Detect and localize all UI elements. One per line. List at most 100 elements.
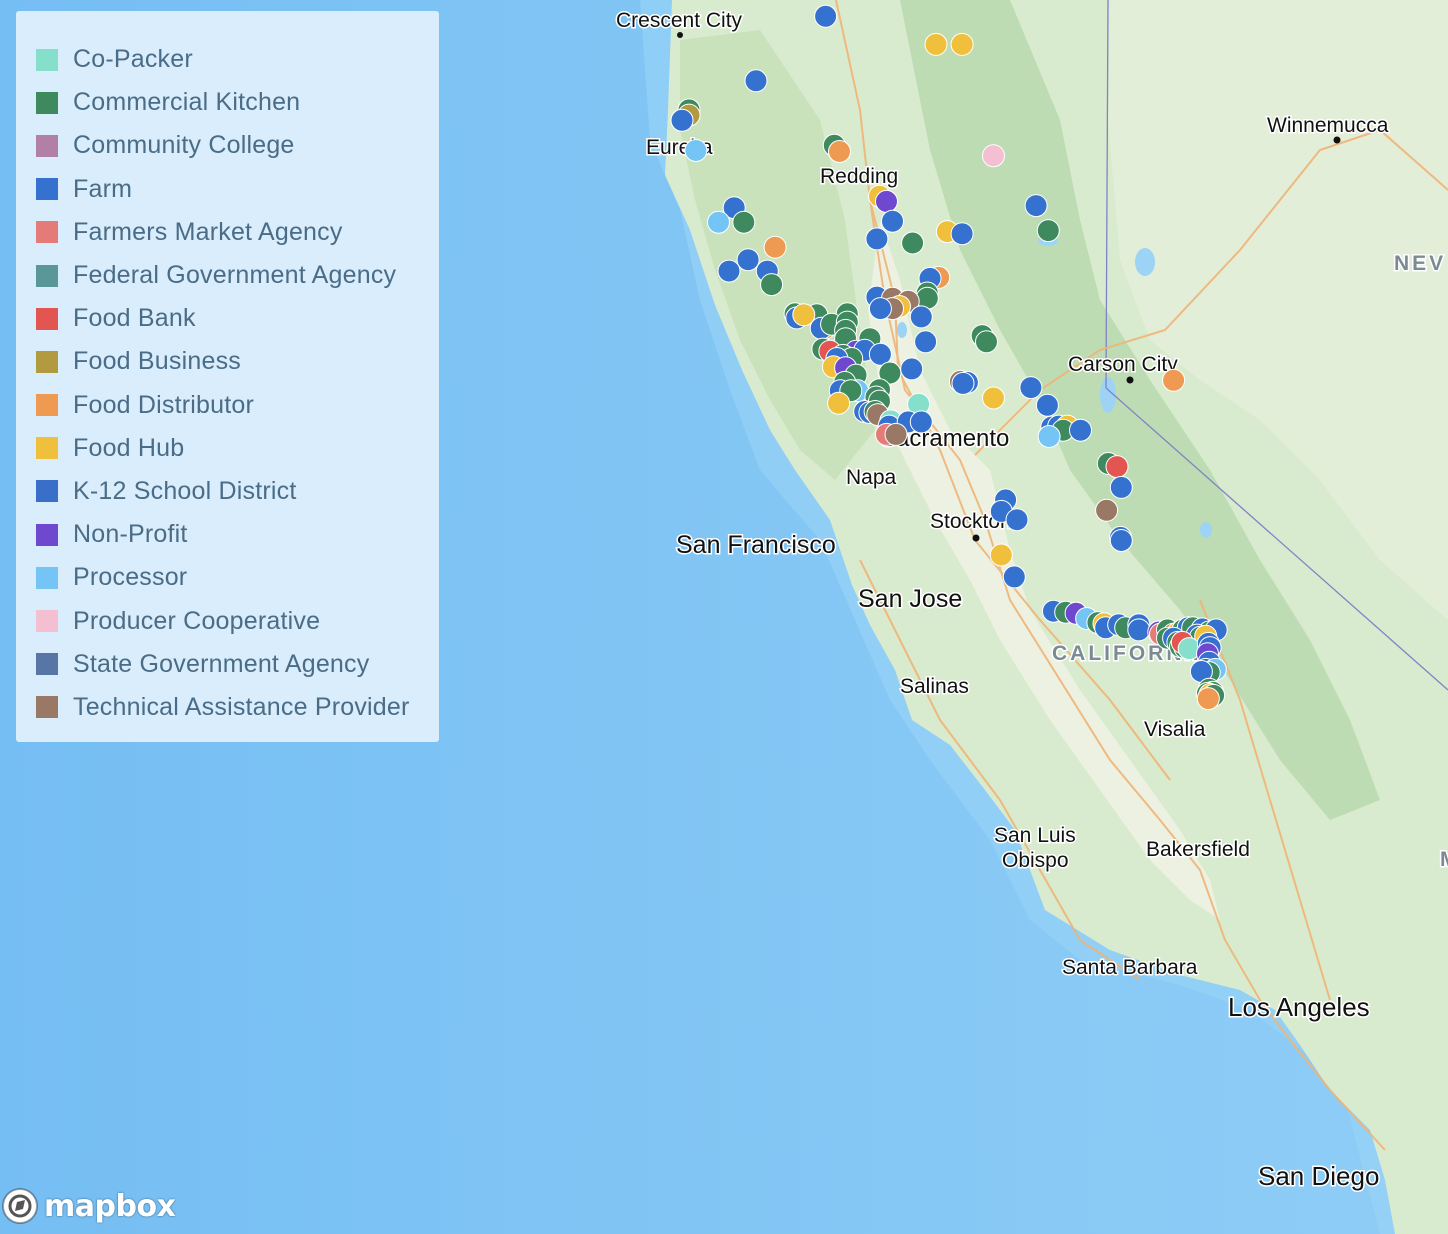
legend-swatch (36, 394, 58, 417)
label-nevada: NEV (1394, 252, 1446, 275)
map-marker[interactable] (950, 32, 974, 56)
label-crescent-city: Crescent City (616, 9, 743, 32)
legend-label: Food Business (73, 347, 241, 376)
label-los-angeles: Los Angeles (1228, 992, 1370, 1022)
map-marker[interactable] (875, 189, 898, 213)
legend-label: Food Distributor (73, 390, 255, 419)
label-salinas: Salinas (900, 675, 969, 698)
map-marker[interactable] (900, 357, 924, 381)
legend-swatch (36, 178, 58, 201)
label-visalia: Visalia (1144, 718, 1206, 741)
legend-swatch (36, 653, 58, 676)
legend-label: Processor (73, 563, 188, 592)
mapbox-attribution[interactable]: mapbox (0, 1186, 176, 1226)
map-marker[interactable] (982, 144, 1005, 168)
mapbox-logo-icon (2, 1188, 38, 1224)
legend-swatch (36, 523, 58, 546)
legend-label: Food Hub (73, 433, 185, 462)
legend-swatch (36, 696, 58, 719)
map-marker[interactable] (1109, 475, 1133, 499)
map-marker[interactable] (1162, 368, 1186, 392)
map-marker[interactable] (1095, 498, 1119, 522)
map-marker[interactable] (1002, 565, 1026, 589)
map-marker[interactable] (744, 69, 768, 93)
legend-label: Farmers Market Agency (73, 217, 343, 246)
legend-item: Commercial Kitchen (36, 81, 439, 124)
map-marker[interactable] (1037, 425, 1061, 448)
legend-label: Farm (73, 174, 133, 203)
legend-item: Producer Cooperative (36, 599, 439, 642)
legend-label: K-12 School District (73, 476, 297, 505)
map-marker[interactable] (868, 297, 892, 321)
map-marker[interactable] (1036, 219, 1060, 243)
legend-label: Non-Profit (73, 520, 188, 549)
legend-swatch (36, 91, 58, 114)
map-marker[interactable] (827, 391, 851, 415)
map-marker[interactable] (989, 543, 1013, 567)
map-marker[interactable] (924, 32, 948, 56)
label-m-cutoff: M (1440, 848, 1448, 871)
map-marker[interactable] (865, 227, 889, 251)
map-marker[interactable] (951, 371, 975, 395)
map-marker[interactable] (763, 235, 787, 259)
legend-item: Farmers Market Agency (36, 211, 439, 254)
map-marker[interactable] (909, 305, 933, 329)
map-marker[interactable] (1035, 393, 1059, 417)
legend-item: Food Hub (36, 427, 439, 470)
map-marker[interactable] (828, 140, 851, 163)
legend-swatch (36, 350, 58, 373)
legend-label: State Government Agency (73, 649, 370, 678)
label-san-luis-obispo-2: Obispo (1002, 849, 1069, 872)
map-marker[interactable] (1109, 529, 1133, 552)
label-bakersfield: Bakersfield (1146, 838, 1250, 861)
map-marker[interactable] (1127, 618, 1151, 642)
map-marker[interactable] (814, 4, 838, 28)
label-santa-barbara: Santa Barbara (1062, 956, 1198, 979)
map-marker[interactable] (717, 259, 741, 283)
map-marker[interactable] (1024, 194, 1048, 218)
label-san-francisco: San Francisco (676, 531, 836, 559)
label-san-jose: San Jose (858, 585, 962, 613)
map-marker[interactable] (760, 273, 784, 297)
map-marker[interactable] (1005, 508, 1029, 532)
map-marker[interactable] (1196, 687, 1220, 711)
legend-item: State Government Agency (36, 643, 439, 686)
map-marker[interactable] (950, 222, 974, 246)
map-marker[interactable] (736, 248, 760, 272)
map-marker[interactable] (684, 139, 708, 162)
map-marker[interactable] (1069, 418, 1092, 442)
legend-label: Co-Packer (73, 45, 193, 74)
legend-swatch (36, 610, 58, 633)
legend-item: Food Business (36, 340, 439, 383)
map-marker[interactable] (914, 330, 938, 354)
label-carson-city: Carson City (1068, 353, 1178, 376)
legend-item: Community College (36, 124, 439, 167)
label-redding: Redding (820, 165, 898, 188)
map-marker[interactable] (881, 209, 904, 233)
legend-swatch (36, 437, 58, 460)
legend-swatch (36, 134, 58, 157)
legend-item: K-12 School District (36, 470, 439, 513)
legend-label: Commercial Kitchen (73, 88, 301, 117)
map-marker[interactable] (982, 386, 1005, 410)
map-marker[interactable] (707, 210, 730, 234)
map-marker[interactable] (732, 210, 756, 234)
map-marker[interactable] (1019, 376, 1043, 400)
legend-label: Federal Government Agency (73, 261, 397, 290)
map-marker[interactable] (1105, 455, 1129, 479)
legend-item: Processor (36, 556, 439, 599)
map-marker[interactable] (901, 231, 925, 255)
legend-swatch (36, 264, 58, 287)
map-marker[interactable] (884, 422, 908, 446)
map-marker[interactable] (909, 410, 933, 434)
label-san-diego: San Diego (1258, 1161, 1379, 1191)
legend-item: Food Bank (36, 297, 439, 340)
map-marker[interactable] (670, 108, 694, 132)
legend-label: Food Bank (73, 304, 196, 333)
legend-item: Food Distributor (36, 384, 439, 427)
legend-swatch (36, 566, 58, 589)
label-winnemucca: Winnemucca (1267, 114, 1389, 137)
legend-swatch (36, 480, 58, 503)
map-marker[interactable] (975, 330, 998, 354)
map-legend: Co-Packer Commercial Kitchen Community Col… (16, 11, 439, 742)
